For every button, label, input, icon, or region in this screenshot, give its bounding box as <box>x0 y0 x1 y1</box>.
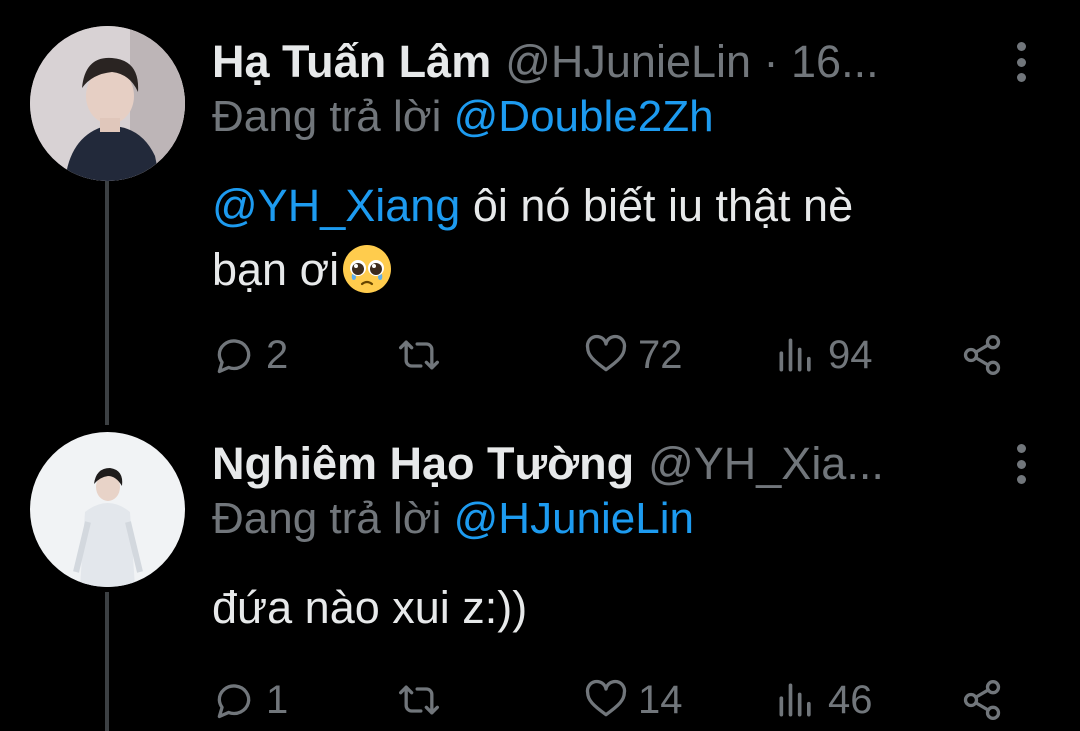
replying-to-link[interactable]: @Double2Zh <box>454 92 714 141</box>
replying-to-line: Đang trả lời @Double2Zh <box>212 92 714 142</box>
reply-button[interactable]: 2 <box>212 325 288 385</box>
retweet-icon <box>399 685 439 715</box>
reply-icon <box>217 684 251 719</box>
avatar-image <box>30 26 185 181</box>
retweet-icon <box>399 340 439 370</box>
like-count: 72 <box>638 332 683 377</box>
like-count: 14 <box>638 677 683 722</box>
user-handle[interactable]: @YH_Xia... <box>648 438 884 490</box>
thread-connector-line-lower <box>105 592 109 731</box>
display-name[interactable]: Hạ Tuấn Lâm <box>212 36 491 88</box>
share-icon <box>963 335 1001 375</box>
pleading-face-emoji <box>343 245 392 293</box>
replying-to-line: Đang trả lời @HJunieLin <box>212 494 694 544</box>
retweet-button[interactable] <box>397 325 451 385</box>
user-handle-timestamp[interactable]: @HJunieLin · 16... <box>505 36 878 88</box>
tweet-actions: 2 72 94 <box>212 325 1010 385</box>
tweet-actions: 1 14 46 <box>212 670 1010 730</box>
reply-icon <box>217 339 251 374</box>
mention-link[interactable]: @YH_Xiang <box>212 180 460 231</box>
share-button[interactable] <box>960 670 1004 730</box>
retweet-button[interactable] <box>397 670 451 730</box>
like-icon <box>585 334 627 372</box>
reply-count: 2 <box>266 332 289 377</box>
tweet-text: @YH_Xiang ôi nó biết iu thật nè bạn ơi <box>212 174 1012 302</box>
reply-button[interactable]: 1 <box>212 670 288 730</box>
tweet-text: đứa nào xui z:)) <box>212 582 528 633</box>
thread-connector-line <box>105 180 109 425</box>
avatar-nghiem-hao-tuong[interactable] <box>30 432 185 587</box>
views-count: 94 <box>828 332 873 377</box>
like-button[interactable]: 14 <box>584 670 683 730</box>
avatar-image <box>30 432 185 587</box>
display-name[interactable]: Nghiêm Hạo Tường <box>212 438 634 490</box>
reply-count: 1 <box>266 677 289 722</box>
views-button[interactable]: 46 <box>774 670 873 730</box>
tweet-text-part2: bạn ơi <box>212 244 340 295</box>
avatar-ha-tuan-lam[interactable] <box>30 26 185 181</box>
like-button[interactable]: 72 <box>584 325 683 385</box>
views-count: 46 <box>828 677 873 722</box>
replying-to-link[interactable]: @HJunieLin <box>454 494 694 543</box>
more-vertical-icon[interactable] <box>1014 444 1028 484</box>
replying-prefix: Đang trả lời <box>212 494 442 543</box>
share-icon <box>963 680 1001 720</box>
replying-prefix: Đang trả lời <box>212 92 442 141</box>
views-button[interactable]: 94 <box>774 325 873 385</box>
more-vertical-icon[interactable] <box>1014 42 1028 82</box>
like-icon <box>585 679 627 717</box>
views-icon <box>779 683 811 717</box>
tweet-text-part1: ôi nó biết iu thật nè <box>460 180 854 231</box>
share-button[interactable] <box>960 325 1004 385</box>
views-icon <box>779 338 811 372</box>
